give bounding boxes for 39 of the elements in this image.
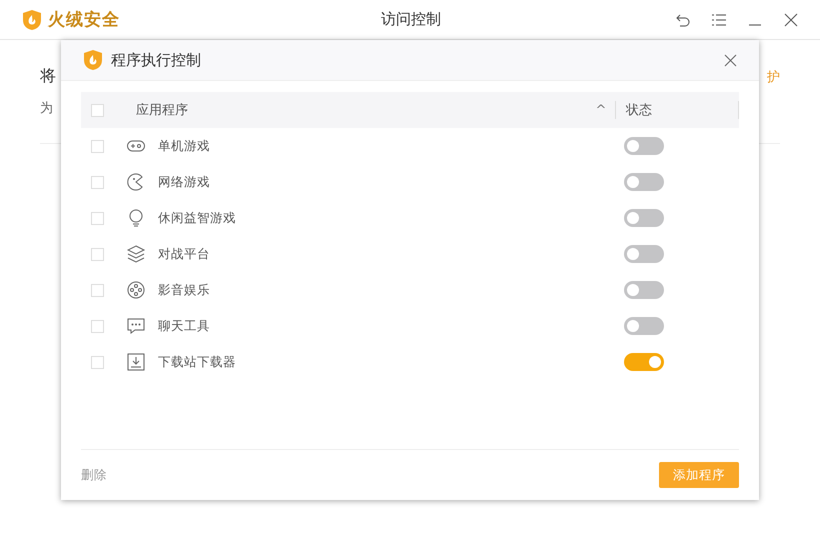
category-name: 下载站下载器 xyxy=(158,354,237,370)
row-checkbox[interactable] xyxy=(91,212,104,224)
row-checkbox[interactable] xyxy=(91,320,104,332)
row-checkbox[interactable] xyxy=(91,176,104,188)
select-all-checkbox[interactable] xyxy=(91,104,104,116)
category-name: 网络游戏 xyxy=(158,174,211,190)
download-icon xyxy=(126,352,146,372)
category-name: 休闲益智游戏 xyxy=(158,210,237,226)
row-checkbox[interactable] xyxy=(91,356,104,368)
sort-toggle[interactable]: ^ xyxy=(591,102,611,118)
row-checkbox[interactable] xyxy=(91,284,104,296)
toggle-switch[interactable] xyxy=(624,353,664,371)
column-header[interactable]: 状态 xyxy=(626,101,739,119)
toggle-switch[interactable] xyxy=(624,137,664,155)
toggle-switch[interactable] xyxy=(624,209,664,227)
chat-icon xyxy=(126,316,146,336)
category-name: 对战平台 xyxy=(158,246,211,262)
window-title: 访问控制 xyxy=(381,10,441,29)
category-name: 影音娱乐 xyxy=(158,282,211,298)
film-reel-icon xyxy=(126,280,146,300)
logo-icon xyxy=(22,8,42,30)
column-header[interactable]: 应用程序 xyxy=(136,101,591,119)
app-name: 火绒安全 xyxy=(48,9,120,31)
dialog-title: 程序执行控制 xyxy=(111,50,202,70)
delete-button[interactable]: 删除 xyxy=(81,466,107,484)
toggle-switch[interactable] xyxy=(624,245,664,263)
row-checkbox[interactable] xyxy=(91,140,104,152)
section-description: 为 xyxy=(40,100,54,117)
category-name: 聊天工具 xyxy=(158,318,211,334)
layers-icon xyxy=(126,244,146,264)
section-heading: 将 xyxy=(40,66,56,87)
category-name: 单机游戏 xyxy=(158,138,211,154)
close-button[interactable] xyxy=(782,10,800,28)
toggle-switch[interactable] xyxy=(624,281,664,299)
row-checkbox[interactable] xyxy=(91,248,104,260)
toggle-switch[interactable] xyxy=(624,317,664,335)
toggle-switch[interactable] xyxy=(624,173,664,191)
protection-link[interactable]: 护 xyxy=(767,68,780,117)
logo-icon xyxy=(83,49,103,71)
